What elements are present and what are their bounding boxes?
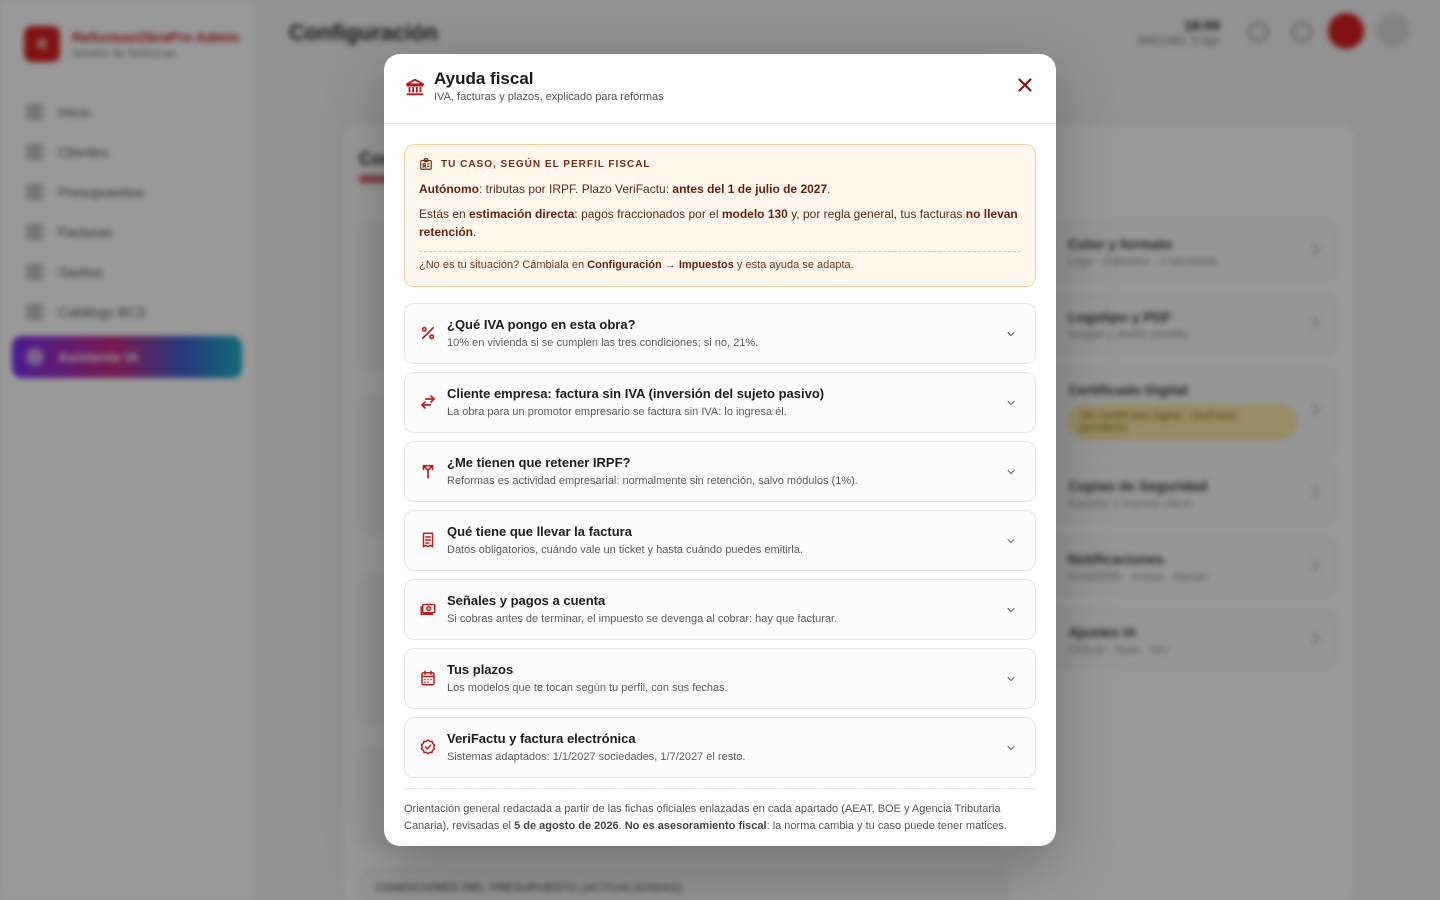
estimation-method: estimación directa [469,207,575,221]
text-fragment: : la norma cambia y tu caso puede tener … [766,820,1007,832]
swap-arrows-icon [421,395,435,409]
not-advice-label: No es asesoramiento fiscal [624,820,767,832]
calendar-icon [421,670,435,686]
section-title: Cliente empresa: factura sin IVA (invers… [447,386,825,401]
modal-title: Ayuda fiscal [434,69,534,88]
section-reverse-charge[interactable]: Cliente empresa: factura sin IVA (invers… [404,372,1036,433]
id-badge-icon [420,158,432,170]
text-fragment: . [827,182,831,196]
section-verifactu[interactable]: VeriFactu y factura electrónica Sistemas… [404,717,1036,778]
chevron-down-icon[interactable] [1005,328,1017,340]
text-fragment: : pagos fraccionados por el [574,207,722,221]
modal-header: Ayuda fiscal IVA, facturas y plazos, exp… [384,54,1056,124]
split-arrow-icon [422,464,434,479]
close-icon[interactable] [1014,74,1036,96]
modal-body: TU CASO, SEGÚN EL PERFIL FISCAL Autónomo… [404,144,1036,835]
taxes-link[interactable]: Impuestos [679,259,734,271]
section-title: VeriFactu y factura electrónica [447,731,636,746]
text-fragment: ¿No es tu situación? Cámbiala en [419,259,588,271]
help-sections: ¿Qué IVA pongo en esta obra? 10% en vivi… [404,303,1036,778]
verifactu-deadline: antes del 1 de julio de 2027 [672,182,828,196]
settings-link[interactable]: Configuración [587,259,662,271]
bank-icon [405,78,425,96]
receipt-icon [422,532,434,548]
section-summary: Sistemas adaptados: 1/1/2027 sociedades,… [447,751,746,763]
verified-badge-icon [420,739,436,755]
text-fragment: Estás en [419,207,470,221]
regime-text: : tributas por IRPF. Plazo VeriFactu: [478,182,673,196]
section-title: ¿Me tienen que retener IRPF? [447,455,631,470]
profile-divider [419,251,1021,252]
text-fragment: . [473,225,477,239]
chevron-down-icon[interactable] [1005,397,1017,409]
section-irpf[interactable]: ¿Me tienen que retener IRPF? Reformas es… [404,441,1036,502]
profile-line-estimation: Estás en estimación directa: pagos fracc… [419,205,1021,241]
tax-model: modelo 130 [721,207,788,221]
review-date: 5 de agosto de 2026 [514,820,619,832]
section-summary: Reformas es actividad empresarial: norma… [447,475,858,487]
section-summary: Datos obligatorios, cuándo vale un ticke… [447,544,803,556]
section-title: Señales y pagos a cuenta [447,593,606,608]
section-title: Qué tiene que llevar la factura [447,524,632,539]
profile-line-regime: Autónomo: tributas por IRPF. Plazo VeriF… [419,180,1021,198]
text-fragment: y esta ayuda se adapta. [733,259,854,271]
chevron-down-icon[interactable] [1005,535,1017,547]
profile-heading: TU CASO, SEGÚN EL PERFIL FISCAL [419,157,1021,171]
section-iva[interactable]: ¿Qué IVA pongo en esta obra? 10% en vivi… [404,303,1036,364]
chevron-down-icon[interactable] [1005,673,1017,685]
disclaimer-footnote: Orientación general redactada a partir d… [404,788,1036,835]
money-icon [420,603,436,615]
profile-heading-text: TU CASO, SEGÚN EL PERFIL FISCAL [441,158,651,170]
regime-label: Autónomo [419,182,479,196]
profile-change-note: ¿No es tu situación? Cámbiala en Configu… [419,259,1021,271]
text-fragment: y, por regla general, tus facturas [787,207,966,221]
section-deadlines[interactable]: Tus plazos Los modelos que te tocan segú… [404,648,1036,709]
modal-subtitle: IVA, facturas y plazos, explicado para r… [434,91,664,103]
section-summary: Si cobras antes de terminar, el impuesto… [447,613,838,625]
fiscal-profile-box: TU CASO, SEGÚN EL PERFIL FISCAL Autónomo… [404,144,1036,287]
percent-icon [421,326,435,340]
chevron-down-icon[interactable] [1005,604,1017,616]
section-summary: La obra para un promotor empresario se f… [447,406,787,418]
chevron-down-icon[interactable] [1005,742,1017,754]
section-invoice-content[interactable]: Qué tiene que llevar la factura Datos ob… [404,510,1036,571]
section-deposits[interactable]: Señales y pagos a cuenta Si cobras antes… [404,579,1036,640]
section-summary: Los modelos que te tocan según tu perfil… [447,682,728,694]
chevron-down-icon[interactable] [1005,466,1017,478]
section-title: Tus plazos [447,662,514,677]
section-title: ¿Qué IVA pongo en esta obra? [447,317,636,332]
section-summary: 10% en vivienda si se cumplen las tres c… [447,337,759,349]
arrow-separator: → [661,259,679,271]
tax-help-modal: Ayuda fiscal IVA, facturas y plazos, exp… [384,54,1056,846]
